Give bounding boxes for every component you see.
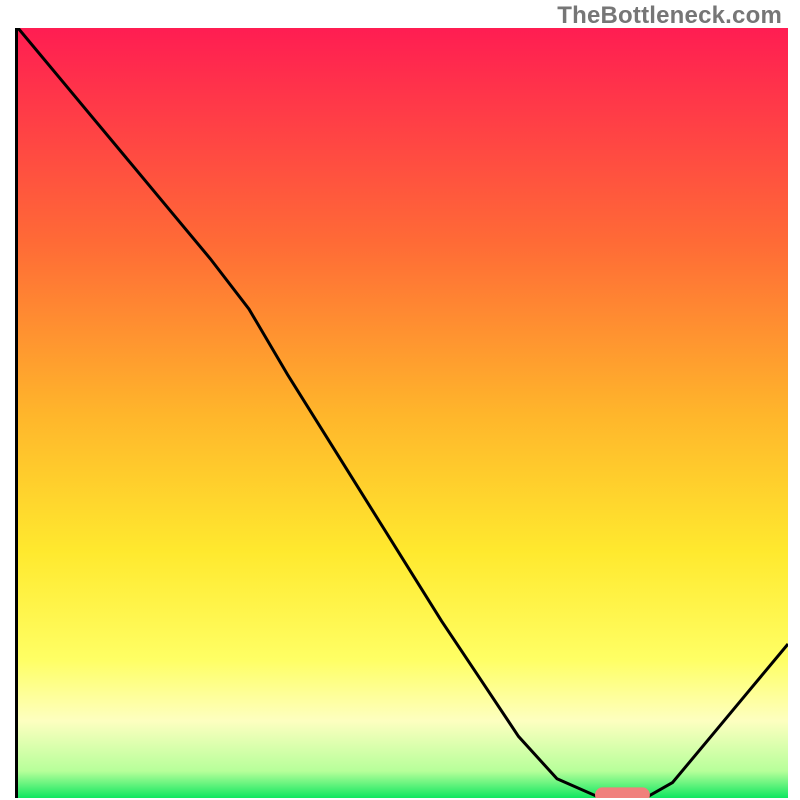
chart-svg [18, 28, 788, 798]
gradient-background [18, 28, 788, 798]
plot-frame [15, 28, 785, 798]
optimal-marker [596, 788, 650, 798]
watermark-text: TheBottleneck.com [557, 2, 782, 30]
